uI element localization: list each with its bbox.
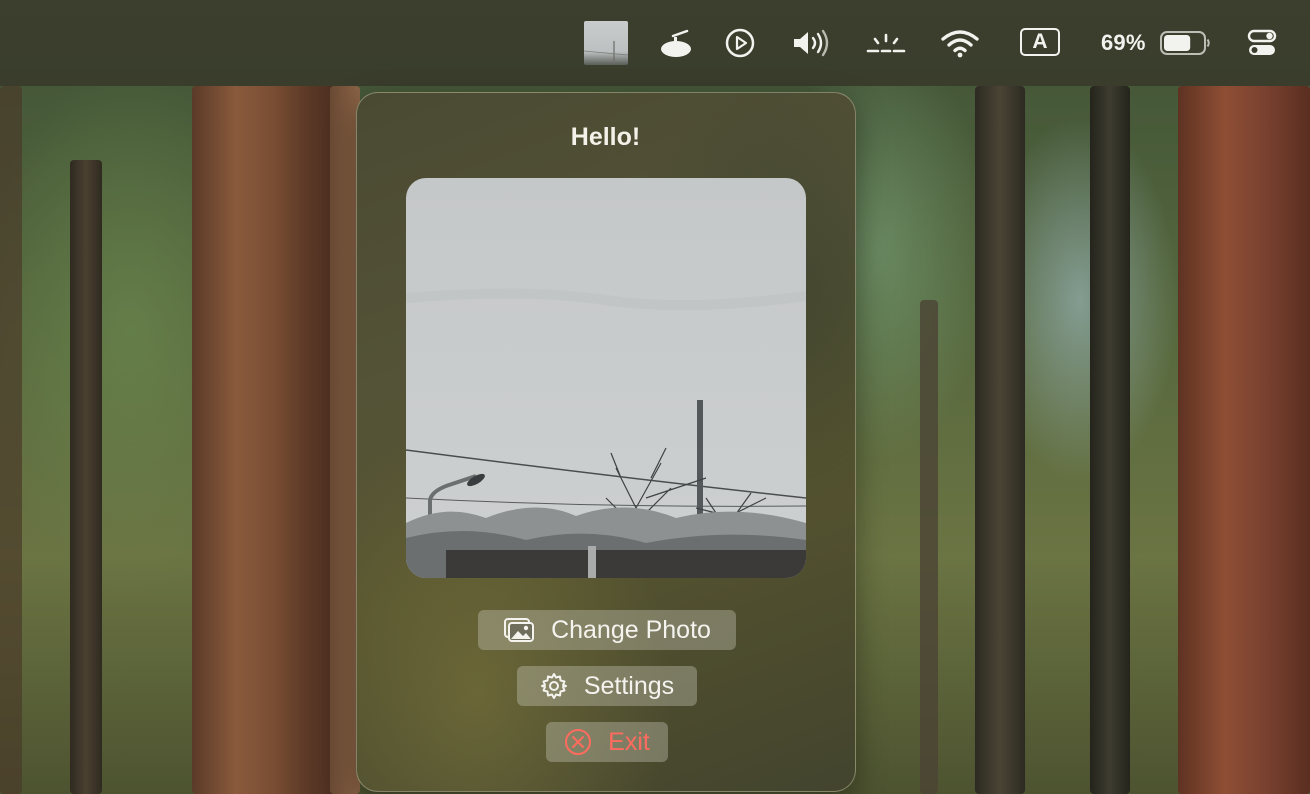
change-photo-label: Change Photo — [551, 615, 711, 644]
satellite-dish-icon[interactable] — [658, 0, 694, 86]
battery-percent[interactable]: 69% — [1101, 30, 1146, 56]
photo-landscape — [406, 178, 806, 578]
photo-popover: Hello! Change Photo Settings Exit — [356, 92, 856, 792]
tree-trunk — [0, 86, 22, 794]
change-photo-button[interactable]: Change Photo — [478, 610, 736, 650]
tree-trunk — [920, 300, 938, 794]
display-brightness-icon[interactable] — [866, 0, 906, 86]
control-center-icon[interactable] — [1246, 0, 1278, 86]
photo-thumbnail-icon[interactable] — [583, 21, 629, 65]
gear-icon — [540, 672, 568, 700]
close-circle-icon — [564, 728, 592, 756]
battery-svg — [1160, 31, 1210, 55]
wifi-icon[interactable] — [940, 0, 980, 86]
battery-fill — [1164, 35, 1191, 51]
volume-icon[interactable] — [790, 0, 834, 86]
tree-trunk — [1090, 86, 1130, 794]
battery-icon[interactable] — [1158, 0, 1212, 86]
tree-trunk — [975, 86, 1025, 794]
tree-trunk — [1178, 86, 1310, 794]
tree-trunk — [70, 160, 102, 794]
input-source-icon[interactable]: A — [1020, 28, 1060, 56]
popover-title: Hello! — [570, 123, 641, 151]
settings-label: Settings — [583, 671, 675, 700]
exit-button[interactable]: Exit — [546, 722, 668, 762]
menu-bar: A 69% — [0, 0, 1310, 86]
play-circle-icon[interactable] — [724, 0, 756, 86]
photos-icon — [503, 617, 535, 643]
settings-button[interactable]: Settings — [517, 666, 697, 706]
exit-label: Exit — [608, 727, 650, 756]
tree-trunk — [192, 86, 338, 794]
